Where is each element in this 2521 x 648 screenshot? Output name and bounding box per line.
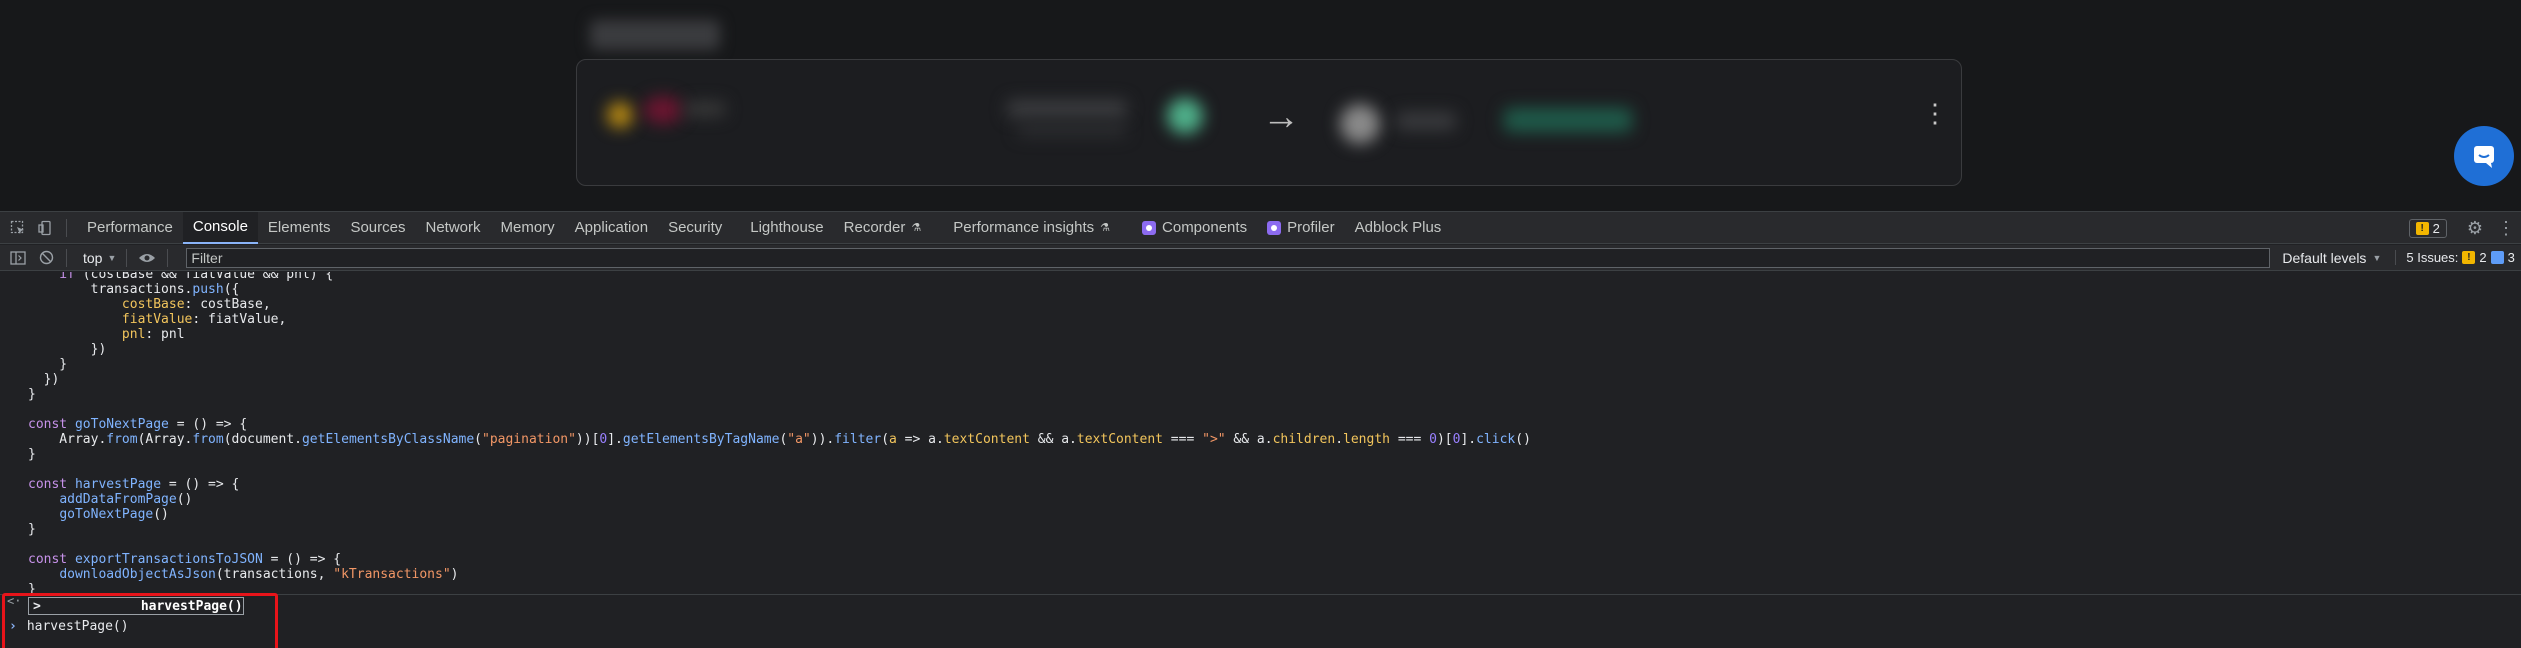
blurred-badge — [1504, 108, 1632, 132]
issues-button[interactable]: 5 Issues: ! 2 3 — [2395, 250, 2515, 265]
devtools-tabbar: Performance Console Elements Sources Net… — [0, 211, 2521, 244]
tab-network[interactable]: Network — [415, 212, 490, 244]
inspect-element-icon[interactable] — [8, 218, 28, 238]
autocomplete-suggestion[interactable]: > harvestPage() — [28, 597, 244, 615]
console-prompt[interactable]: › harvestPage() — [0, 617, 2521, 635]
warning-icon: ! — [2462, 251, 2476, 264]
prompt-chevron-icon: › — [9, 618, 17, 634]
blurred-text — [685, 102, 725, 116]
toolbar-divider — [126, 248, 128, 267]
console-filter-input[interactable] — [186, 247, 2271, 268]
devtools-panel: Performance Console Elements Sources Net… — [0, 211, 2521, 648]
experiment-flask-icon: ⚗ — [1100, 222, 1111, 234]
info-message-icon — [2490, 251, 2504, 264]
toolbar-divider — [167, 248, 169, 267]
more-menu-icon[interactable]: ⋮ — [2497, 218, 2515, 239]
blurred-coin-icon — [607, 102, 633, 128]
react-icon — [1142, 220, 1157, 235]
arrow-right-icon: → — [1262, 96, 1300, 138]
log-levels-dropdown[interactable]: Default levels ▼ — [2282, 250, 2381, 266]
settings-gear-icon[interactable]: ⚙ — [2467, 218, 2483, 239]
blurred-amount — [1017, 124, 1127, 136]
tab-performance-insights[interactable]: Performance insights ⚗ — [943, 212, 1120, 244]
tab-recorder[interactable]: Recorder ⚗ — [834, 212, 932, 244]
tab-components[interactable]: Components — [1132, 212, 1257, 244]
tab-memory[interactable]: Memory — [491, 212, 565, 244]
tab-security[interactable]: Security — [658, 212, 732, 244]
warning-icon: ! — [2415, 221, 2429, 235]
console-divider — [0, 594, 2521, 595]
device-toolbar-icon[interactable] — [36, 218, 56, 238]
console-output[interactable]: if (costBase && fiatValue && pnl) { tran… — [0, 272, 2521, 648]
blurred-coin-icon — [1167, 98, 1203, 134]
chevron-down-icon: ▼ — [2372, 252, 2382, 263]
tab-profiler[interactable]: Profiler — [1257, 212, 1345, 244]
tab-lighthouse[interactable]: Lighthouse — [740, 212, 833, 244]
blurred-amount — [1007, 100, 1127, 118]
web-page-area: → ⋮ — [0, 0, 2521, 211]
blurred-page-title — [590, 20, 720, 50]
toolbar-divider — [66, 248, 67, 267]
chat-support-button[interactable] — [2454, 126, 2514, 186]
react-icon — [1267, 220, 1282, 235]
more-options-icon[interactable]: ⋮ — [1922, 100, 1948, 126]
experiment-flask-icon: ⚗ — [911, 222, 922, 234]
sidebar-toggle-icon[interactable] — [8, 248, 28, 268]
warnings-counter[interactable]: ! 2 — [2408, 218, 2447, 238]
tabbar-right-controls: ! 2 ⚙ ⋮ — [2408, 212, 2521, 244]
context-selector[interactable]: top ▼ — [83, 250, 116, 266]
blurred-text — [1396, 112, 1456, 130]
autocomplete-text: harvestPage() — [140, 598, 243, 614]
tab-console[interactable]: Console — [182, 211, 258, 244]
blurred-coin-icon — [643, 96, 683, 124]
tab-sources[interactable]: Sources — [340, 212, 415, 244]
clear-console-icon[interactable] — [36, 248, 56, 268]
tab-adblock-plus[interactable]: Adblock Plus — [1345, 212, 1452, 244]
live-expression-eye-icon[interactable] — [137, 248, 157, 268]
console-toolbar: top ▼ Default levels ▼ 5 Issues: ! 2 3 — [0, 245, 2521, 271]
chevron-down-icon: ▼ — [107, 252, 117, 263]
toolbar-divider — [66, 218, 67, 237]
tab-application[interactable]: Application — [565, 212, 658, 244]
console-code-block: if (costBase && fiatValue && pnl) { tran… — [28, 272, 1531, 597]
chat-icon — [2474, 146, 2494, 168]
tab-elements[interactable]: Elements — [258, 212, 341, 244]
blurred-coin-icon — [1340, 104, 1380, 144]
result-arrow-icon: <· — [7, 594, 22, 608]
autocomplete-chevron: > — [33, 598, 41, 614]
tab-performance[interactable]: Performance — [77, 212, 183, 244]
console-input[interactable]: harvestPage() — [27, 619, 129, 634]
